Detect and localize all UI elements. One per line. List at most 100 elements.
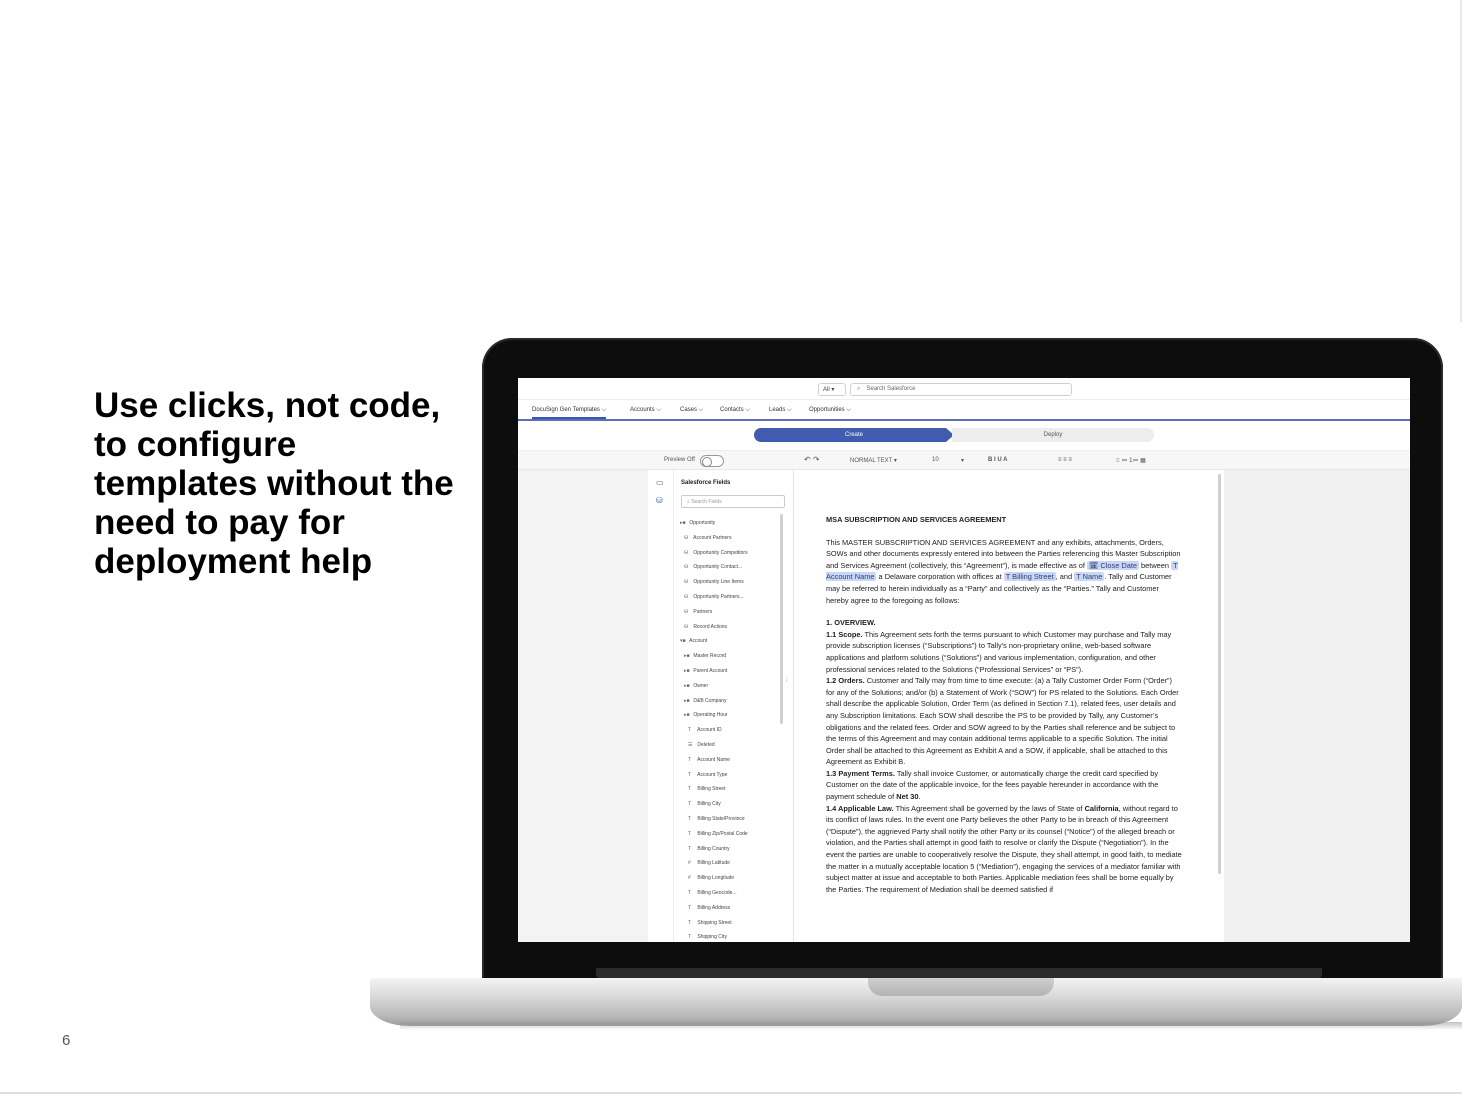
field-item-label: Billing Geocode... [697, 890, 737, 896]
field-item-label: Opportunity Partners... [693, 594, 744, 600]
field-type-icon: ⛁ [684, 549, 689, 556]
document-editor[interactable]: MSA SUBSCRIPTION AND SERVICES AGREEMENT … [794, 470, 1224, 942]
merge-field-close-date[interactable]: 🗓 Close Date [1086, 560, 1139, 570]
field-item[interactable]: ▸■ Master Record [684, 653, 726, 659]
field-item-label: Record Actions [693, 623, 728, 630]
field-item[interactable]: ⛁ Record Actions [684, 624, 727, 630]
field-item[interactable]: T Account Name [688, 757, 730, 763]
field-item[interactable]: ⛁ Account Partners [684, 535, 731, 541]
field-item-label: Opportunity Contact... [693, 564, 743, 571]
fields-panel-title: Salesforce Fields [681, 480, 731, 486]
field-item[interactable]: ⛁ Opportunity Line Items [684, 579, 744, 585]
field-item[interactable]: ⛁ Opportunity Partners... [684, 594, 744, 600]
field-item-label: Account [689, 638, 708, 645]
field-item[interactable]: ⛁ Opportunity Competitors [684, 550, 748, 556]
field-item-label: Opportunity Competitors [693, 549, 748, 556]
field-item-label: Billing Address [697, 904, 731, 911]
field-item-label: Shipping Street [697, 919, 732, 926]
align-buttons[interactable]: ≡ ≡ ≡ [1058, 457, 1072, 463]
field-item[interactable]: ▸■ Operating Hour [684, 712, 728, 718]
field-type-icon: T [688, 845, 692, 852]
step-create[interactable]: Create [754, 428, 954, 442]
field-item[interactable]: ⛁ Partners [684, 609, 712, 615]
tab-leads[interactable]: Leads ⌵ [769, 407, 792, 414]
format-buttons[interactable]: B I U A [988, 457, 1007, 463]
page-icon[interactable]: ▭ [656, 478, 664, 487]
field-type-icon: T [688, 934, 692, 941]
field-item-label: Opportunity [689, 520, 716, 526]
preview-label: Preview Off [664, 457, 695, 463]
field-type-icon: ⛁ [684, 623, 689, 630]
document-body[interactable]: MSA SUBSCRIPTION AND SERVICES AGREEMENT … [826, 514, 1182, 895]
field-item-label: Account ID [697, 727, 722, 734]
field-item-label: Partners [693, 608, 713, 615]
field-item-label: Shipping City [697, 934, 727, 941]
field-item[interactable]: T Shipping Street [688, 920, 732, 926]
database-icon[interactable]: ⛁ [656, 496, 663, 505]
field-item[interactable]: # Billing Latitude [688, 860, 730, 866]
field-type-icon: T [688, 830, 692, 837]
field-item[interactable]: # Billing Longitude [688, 875, 734, 881]
field-item-label: Account Partners [693, 534, 732, 541]
field-item[interactable]: ▸■ Parent Account [684, 668, 727, 674]
field-type-icon: ▸■ [684, 682, 690, 689]
field-type-icon: # [688, 875, 691, 882]
field-item[interactable]: T Billing Geocode... [688, 890, 737, 896]
field-item[interactable]: T Billing Address [688, 905, 730, 911]
field-item[interactable]: ▸■ Opportunity [680, 520, 715, 526]
fields-search-input[interactable]: ⌕ Search Fields [681, 495, 785, 508]
field-item[interactable]: ▸■ D&B Company [684, 698, 726, 704]
field-item[interactable]: T Billing Street [688, 786, 725, 792]
step-deploy[interactable]: Deploy [952, 428, 1154, 442]
merge-field-billing-street[interactable]: T Billing Street [1003, 572, 1056, 582]
field-type-icon: ▸■ [680, 520, 686, 526]
salesforce-fields-panel: Salesforce Fields ⌕ Search Fields ▸■ Opp… [674, 470, 794, 942]
tab-contacts[interactable]: Contacts ⌵ [720, 407, 750, 414]
field-item-label: Billing Street [697, 786, 726, 793]
section-1-4: 1.4 Applicable Law. This Agreement shall… [826, 803, 1182, 894]
fields-scrollbar[interactable] [780, 514, 783, 724]
field-item[interactable]: ▾■ Account [680, 638, 707, 644]
field-item[interactable]: T Billing City [688, 801, 721, 807]
field-type-icon: ▸■ [684, 668, 690, 674]
preview-toggle[interactable] [700, 455, 724, 467]
panel-resize-handle[interactable]: ⁞ [786, 678, 788, 684]
tab-cases[interactable]: Cases ⌵ [680, 407, 703, 414]
font-size-caret-icon[interactable]: ▾ [961, 457, 964, 464]
section-overview-heading: 1. OVERVIEW. [826, 618, 876, 628]
search-input[interactable]: ⌕ Search Salesforce [850, 383, 1072, 396]
slide-page-number: 6 [62, 1032, 71, 1049]
field-type-icon: ▸■ [684, 712, 690, 719]
field-type-icon: ▸■ [684, 697, 690, 704]
field-item[interactable]: T Shipping City [688, 934, 727, 940]
field-item[interactable]: T Billing Zip/Postal Code [688, 831, 748, 837]
fields-search-placeholder: Search Fields [691, 499, 722, 505]
slide-headline: Use clicks, not code, to configure templ… [94, 386, 454, 581]
field-item-label: D&B Company [693, 697, 727, 704]
field-item[interactable]: T Account Type [688, 772, 727, 778]
merge-field-name[interactable]: T Name [1074, 572, 1105, 582]
field-item[interactable]: ▸■ Owner [684, 683, 708, 689]
section-1-3: 1.3 Payment Terms. Tally shall invoice C… [826, 768, 1159, 802]
intro-paragraph: This MASTER SUBSCRIPTION AND SERVICES AG… [826, 537, 1181, 605]
step-progress: Create Deploy [754, 428, 1154, 442]
text-style-select[interactable]: NORMAL TEXT ▾ [850, 457, 897, 464]
list-table-buttons[interactable]: ⁝⁝ ≔ 1≔ ▦ [1116, 457, 1146, 464]
document-scrollbar[interactable] [1218, 474, 1221, 874]
field-item[interactable]: ☰ Deleted [688, 742, 715, 748]
tab-opportunities[interactable]: Opportunities ⌵ [809, 407, 851, 414]
section-1-2: 1.2 Orders. Customer and Tally may from … [826, 676, 1179, 767]
field-item[interactable]: ⛁ Opportunity Contact... [684, 564, 742, 570]
undo-redo-buttons[interactable]: ↶ ↷ [804, 455, 820, 464]
search-scope-select[interactable]: All ▾ [818, 383, 846, 396]
field-item[interactable]: T Billing State/Province [688, 816, 745, 822]
font-size-select[interactable]: 10 [932, 457, 939, 463]
field-type-icon: T [688, 756, 692, 763]
field-item-label: Billing Country [697, 845, 730, 852]
tab-docusign-gen-templates[interactable]: DocuSign Gen Templates ⌵ [532, 407, 607, 419]
field-item-label: Billing State/Province [697, 816, 745, 822]
field-item[interactable]: T Account ID [688, 727, 722, 733]
field-item-label: Billing Longitude [697, 875, 735, 882]
field-item[interactable]: T Billing Country [688, 846, 730, 852]
tab-accounts[interactable]: Accounts ⌵ [630, 407, 661, 414]
